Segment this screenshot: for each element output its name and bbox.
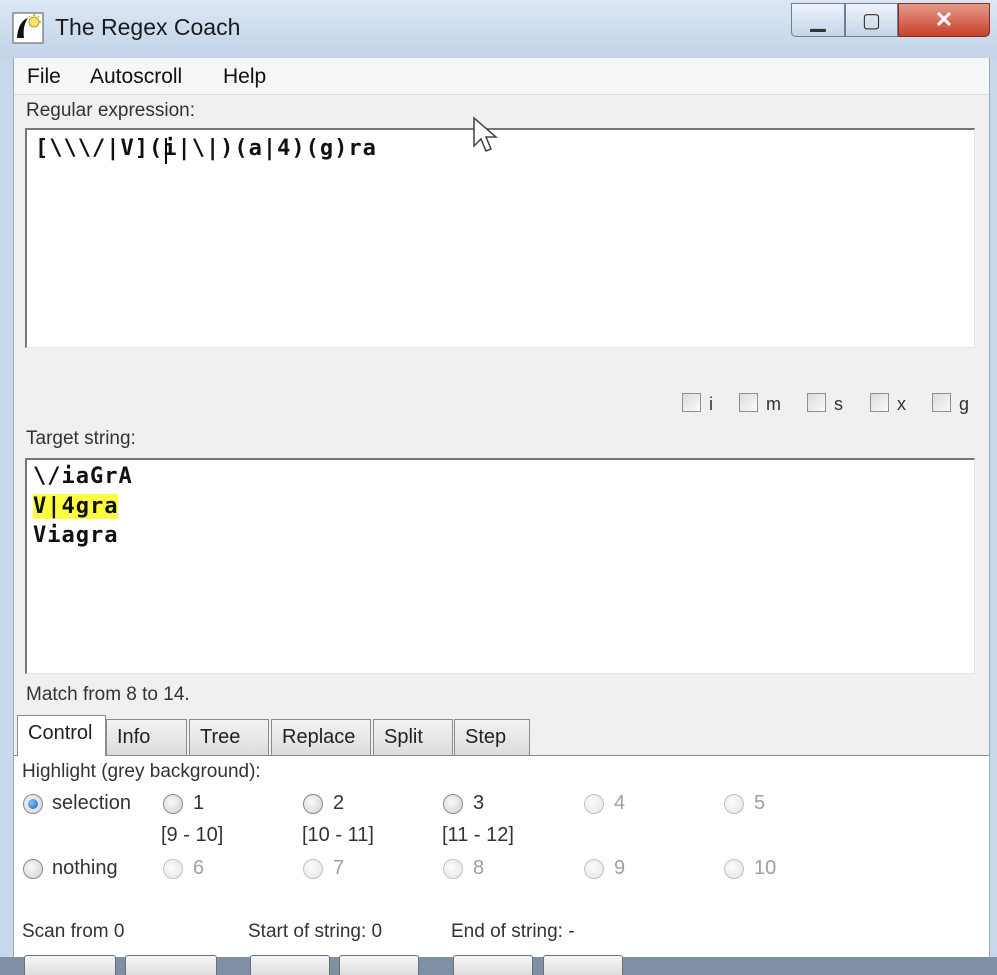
maximize-button[interactable]: ▢ xyxy=(845,3,898,37)
radio-group-2-label: 2 xyxy=(333,792,345,814)
radio-group-7-label: 7 xyxy=(333,857,345,879)
radio-group-6[interactable] xyxy=(163,859,183,879)
radio-group-8-label: 8 xyxy=(473,857,485,879)
target-line: \/iaGrA xyxy=(33,464,133,489)
radio-group-1[interactable] xyxy=(163,794,183,814)
tab-tree[interactable]: Tree xyxy=(189,719,269,755)
mouse-pointer-icon xyxy=(473,116,499,152)
end-of-string-label: End of string: - xyxy=(451,921,575,942)
minimize-button[interactable]: ▁ xyxy=(791,3,845,37)
radio-group-5[interactable] xyxy=(724,794,744,814)
tab-step[interactable]: Step xyxy=(454,719,530,755)
target-label: Target string: xyxy=(26,428,136,449)
radio-group-10-label: 10 xyxy=(754,857,777,879)
flag-s-checkbox[interactable] xyxy=(807,393,826,412)
group-1-range: [9 - 10] xyxy=(161,824,224,846)
radio-nothing-label: nothing xyxy=(52,857,118,879)
match-status: Match from 8 to 14. xyxy=(26,684,190,705)
radio-group-3-label: 3 xyxy=(473,792,485,814)
radio-nothing[interactable] xyxy=(23,859,43,879)
target-line-match: V|4gra xyxy=(33,494,119,519)
app-window: The Regex Coach ▁ ▢ ✕ File Autoscroll He… xyxy=(0,0,997,975)
group-3-range: [11 - 12] xyxy=(442,824,514,846)
target-line: Viagra xyxy=(33,523,119,548)
radio-group-10[interactable] xyxy=(724,859,744,879)
scan-decrement-button[interactable] xyxy=(24,955,116,975)
radio-group-5-label: 5 xyxy=(754,792,766,814)
radio-selected-dot xyxy=(28,799,38,809)
flag-x-label: x xyxy=(897,394,906,414)
radio-group-2[interactable] xyxy=(303,794,323,814)
title-bar[interactable]: The Regex Coach ▁ ▢ ✕ xyxy=(0,0,997,58)
tab-split[interactable]: Split xyxy=(373,719,453,755)
menu-file[interactable]: File xyxy=(27,65,61,89)
regex-text: [\\\/|V](i|\|)(a|4)(g)ra xyxy=(35,136,377,161)
flag-i-checkbox[interactable] xyxy=(682,393,701,412)
flag-i-label: i xyxy=(709,394,713,414)
radio-group-3[interactable] xyxy=(443,794,463,814)
start-of-string-label: Start of string: 0 xyxy=(248,921,383,942)
scan-from-label: Scan from 0 xyxy=(22,921,125,942)
text-caret xyxy=(165,138,167,164)
close-icon: ✕ xyxy=(934,7,954,32)
radio-group-9[interactable] xyxy=(584,859,604,879)
control-panel: Highlight (grey background): selection 1… xyxy=(14,755,989,957)
flag-g-checkbox[interactable] xyxy=(932,393,951,412)
regex-coach-app-icon xyxy=(12,12,44,44)
flag-m-checkbox[interactable] xyxy=(739,393,758,412)
radio-group-7[interactable] xyxy=(303,859,323,879)
highlight-label: Highlight (grey background): xyxy=(22,761,261,782)
start-decrement-button[interactable] xyxy=(250,955,330,975)
radio-group-9-label: 9 xyxy=(614,857,626,879)
menu-autoscroll[interactable]: Autoscroll xyxy=(90,65,182,89)
radio-group-8[interactable] xyxy=(443,859,463,879)
radio-group-4-label: 4 xyxy=(614,792,626,814)
window-title: The Regex Coach xyxy=(55,14,241,40)
end-decrement-button[interactable] xyxy=(453,955,533,975)
tab-replace[interactable]: Replace xyxy=(271,719,371,755)
client-area: File Autoscroll Help Regular expression:… xyxy=(13,58,990,975)
radio-selection-label: selection xyxy=(52,792,131,814)
menu-bar: File Autoscroll Help xyxy=(14,58,989,95)
radio-group-6-label: 6 xyxy=(193,857,205,879)
regex-label: Regular expression: xyxy=(26,100,195,121)
radio-group-1-label: 1 xyxy=(193,792,205,814)
scan-increment-button[interactable] xyxy=(125,955,217,975)
flag-s-label: s xyxy=(834,394,843,414)
radio-group-4[interactable] xyxy=(584,794,604,814)
close-button[interactable]: ✕ xyxy=(898,3,990,37)
flag-m-label: m xyxy=(766,394,781,414)
menu-help[interactable]: Help xyxy=(223,65,266,89)
maximize-icon: ▢ xyxy=(862,9,881,32)
group-2-range: [10 - 11] xyxy=(302,824,374,846)
start-increment-button[interactable] xyxy=(339,955,419,975)
tab-info[interactable]: Info xyxy=(106,719,187,755)
regex-input[interactable]: [\\\/|V](i|\|)(a|4)(g)ra xyxy=(25,128,975,348)
end-increment-button[interactable] xyxy=(543,955,623,975)
flag-x-checkbox[interactable] xyxy=(870,393,889,412)
target-input[interactable]: \/iaGrA V|4gra Viagra xyxy=(25,458,975,674)
tab-control[interactable]: Control xyxy=(17,715,106,756)
radio-selection[interactable] xyxy=(23,794,43,814)
flag-g-label: g xyxy=(959,394,970,414)
minimize-icon: ▁ xyxy=(810,9,826,32)
